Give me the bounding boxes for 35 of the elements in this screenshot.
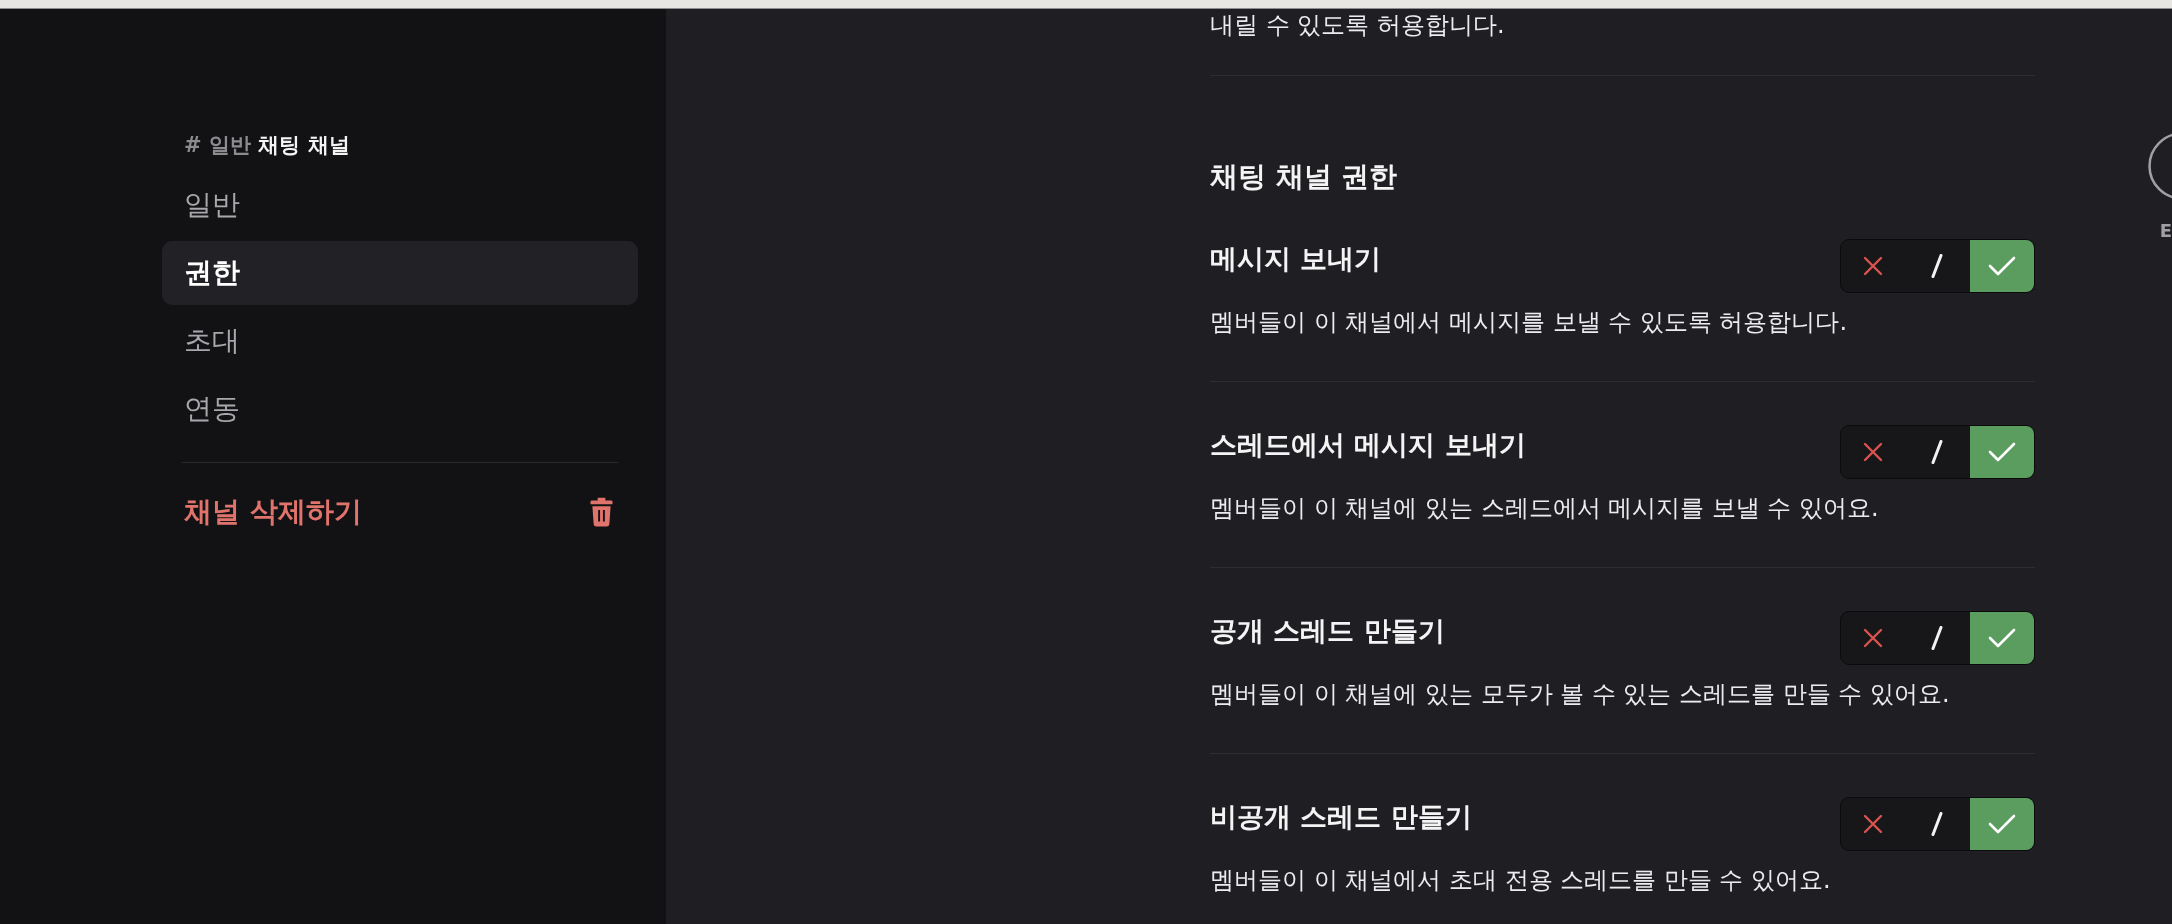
x-icon	[1863, 442, 1884, 462]
check-icon	[1987, 442, 2016, 462]
permission-description: 내릴 수 있도록 허용합니다.	[1210, 10, 1506, 41]
allow-button[interactable]	[1969, 426, 2034, 478]
slash-icon	[1931, 254, 1944, 278]
permission-description: 멤버들이 이 채널에서 초대 전용 스레드를 만들 수 있어요.	[1210, 865, 1832, 896]
close-button[interactable]	[2147, 132, 2172, 200]
permission-title: 비공개 스레드 만들기	[1210, 800, 1472, 834]
trash-icon	[590, 497, 613, 527]
permission-description: 멤버들이 이 채널에 있는 모두가 볼 수 있는 스레드를 만들 수 있어요.	[1210, 679, 1951, 710]
check-icon	[1987, 814, 2016, 834]
section-heading: 채팅 채널 권한	[1210, 159, 1399, 195]
sidebar-item[interactable]: 권한	[162, 241, 638, 305]
permission-description: 멤버들이 이 채널에 있는 스레드에서 메시지를 보낼 수 있어요.	[1210, 493, 1880, 524]
delete-channel-button[interactable]: 채널 삭제하기	[162, 480, 638, 544]
permission-title: 메시지 보내기	[1210, 242, 1382, 276]
allow-button[interactable]	[1969, 240, 2034, 292]
sidebar-item[interactable]: 연동	[162, 377, 638, 441]
permission-title: 공개 스레드 만들기	[1210, 614, 1445, 648]
slash-icon	[1931, 626, 1944, 650]
permission-description: 멤버들이 이 채널에서 메시지를 보낼 수 있도록 허용합니다.	[1210, 307, 1849, 338]
sidebar-item[interactable]: 초대	[162, 309, 638, 373]
x-icon	[1863, 256, 1884, 276]
slash-icon	[1931, 440, 1944, 464]
shortcut-label: E	[2159, 220, 2172, 242]
check-icon	[1987, 256, 2016, 276]
check-icon	[1987, 628, 2016, 648]
permission-title: 스레드에서 메시지 보내기	[1210, 428, 1526, 462]
channel-title: # 일반 채팅 채널	[183, 132, 351, 159]
allow-button[interactable]	[1969, 798, 2034, 850]
allow-button[interactable]	[1969, 612, 2034, 664]
x-icon	[1863, 814, 1884, 834]
x-icon	[1863, 628, 1884, 648]
sidebar-item[interactable]: 일반	[162, 173, 638, 237]
slash-icon	[1931, 812, 1944, 836]
